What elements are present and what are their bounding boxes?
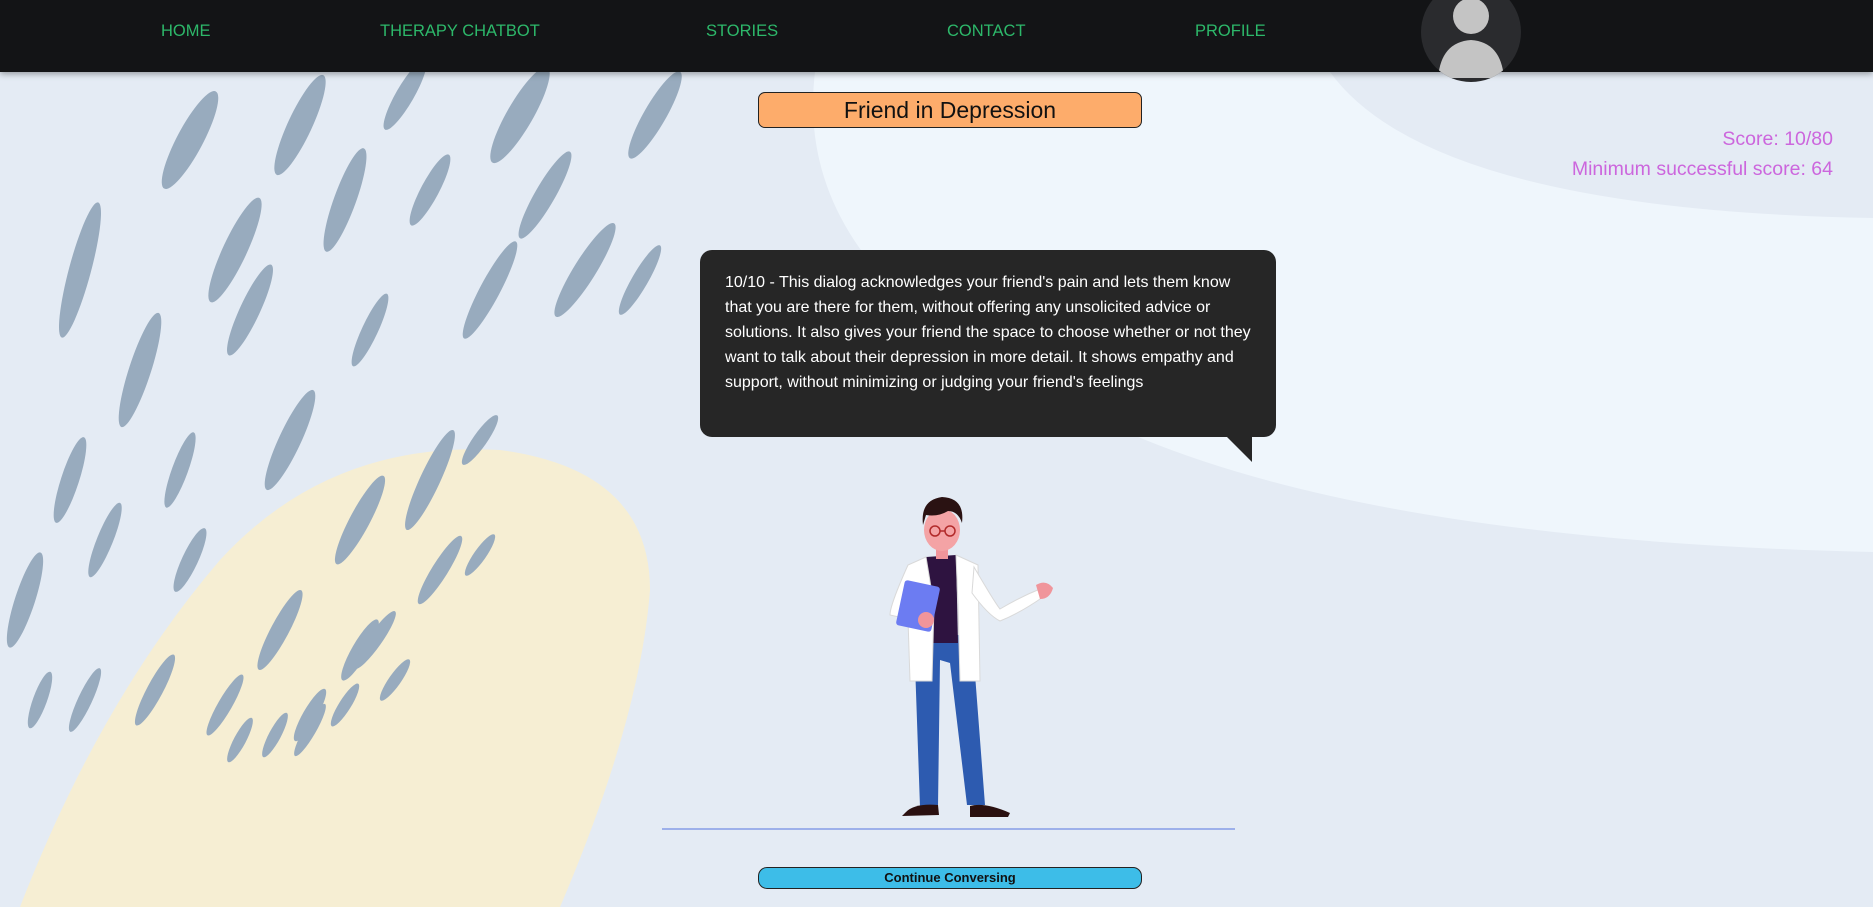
minimum-score-text: Minimum successful score: 64 <box>1571 158 1833 180</box>
continue-conversing-button[interactable]: Continue Conversing <box>758 867 1142 889</box>
leaf-shape <box>554 222 616 318</box>
leaf-shape <box>58 202 102 338</box>
leaf-shape <box>490 66 550 164</box>
feedback-text: 10/10 - This dialog acknowledges your fr… <box>725 274 1251 391</box>
story-title: Friend in Depression <box>758 92 1142 128</box>
speech-bubble-tail <box>1226 436 1252 462</box>
leaf-shape <box>53 437 87 523</box>
floor-line <box>662 828 1235 830</box>
leaf-shape <box>462 241 518 339</box>
leaf-shape <box>88 502 122 578</box>
leaf-shape <box>518 151 572 239</box>
nav-home-link[interactable]: HOME <box>161 22 211 41</box>
leaf-shape <box>351 293 389 367</box>
leaf-shape <box>618 245 662 315</box>
nav-stories-link[interactable]: STORIES <box>706 22 778 41</box>
leaf-shape <box>628 71 682 159</box>
leaf-shape <box>274 74 326 176</box>
profile-avatar[interactable] <box>1421 0 1521 82</box>
leaf-shape <box>264 389 316 491</box>
nav-profile-link[interactable]: PROFILE <box>1195 22 1266 41</box>
user-silhouette-icon <box>1438 0 1504 78</box>
leaf-shape <box>164 432 196 508</box>
leaf-shape <box>68 668 102 732</box>
leaf-shape <box>118 312 162 428</box>
leaf-shape <box>161 91 219 189</box>
feedback-speech-bubble: 10/10 - This dialog acknowledges your fr… <box>700 250 1276 437</box>
nav-contact-link[interactable]: CONTACT <box>947 22 1026 41</box>
score-text: Score: 10/80 <box>1722 128 1833 150</box>
leaf-shape <box>409 154 451 226</box>
nav-therapy-chatbot-link[interactable]: THERAPY CHATBOT <box>380 22 540 41</box>
leaf-shape <box>323 148 367 252</box>
leaf-shape <box>6 552 44 648</box>
doctor-illustration <box>889 497 1053 817</box>
top-navbar: HOME THERAPY CHATBOT STORIES CONTACT PRO… <box>0 0 1873 82</box>
leaf-shape <box>27 671 53 729</box>
